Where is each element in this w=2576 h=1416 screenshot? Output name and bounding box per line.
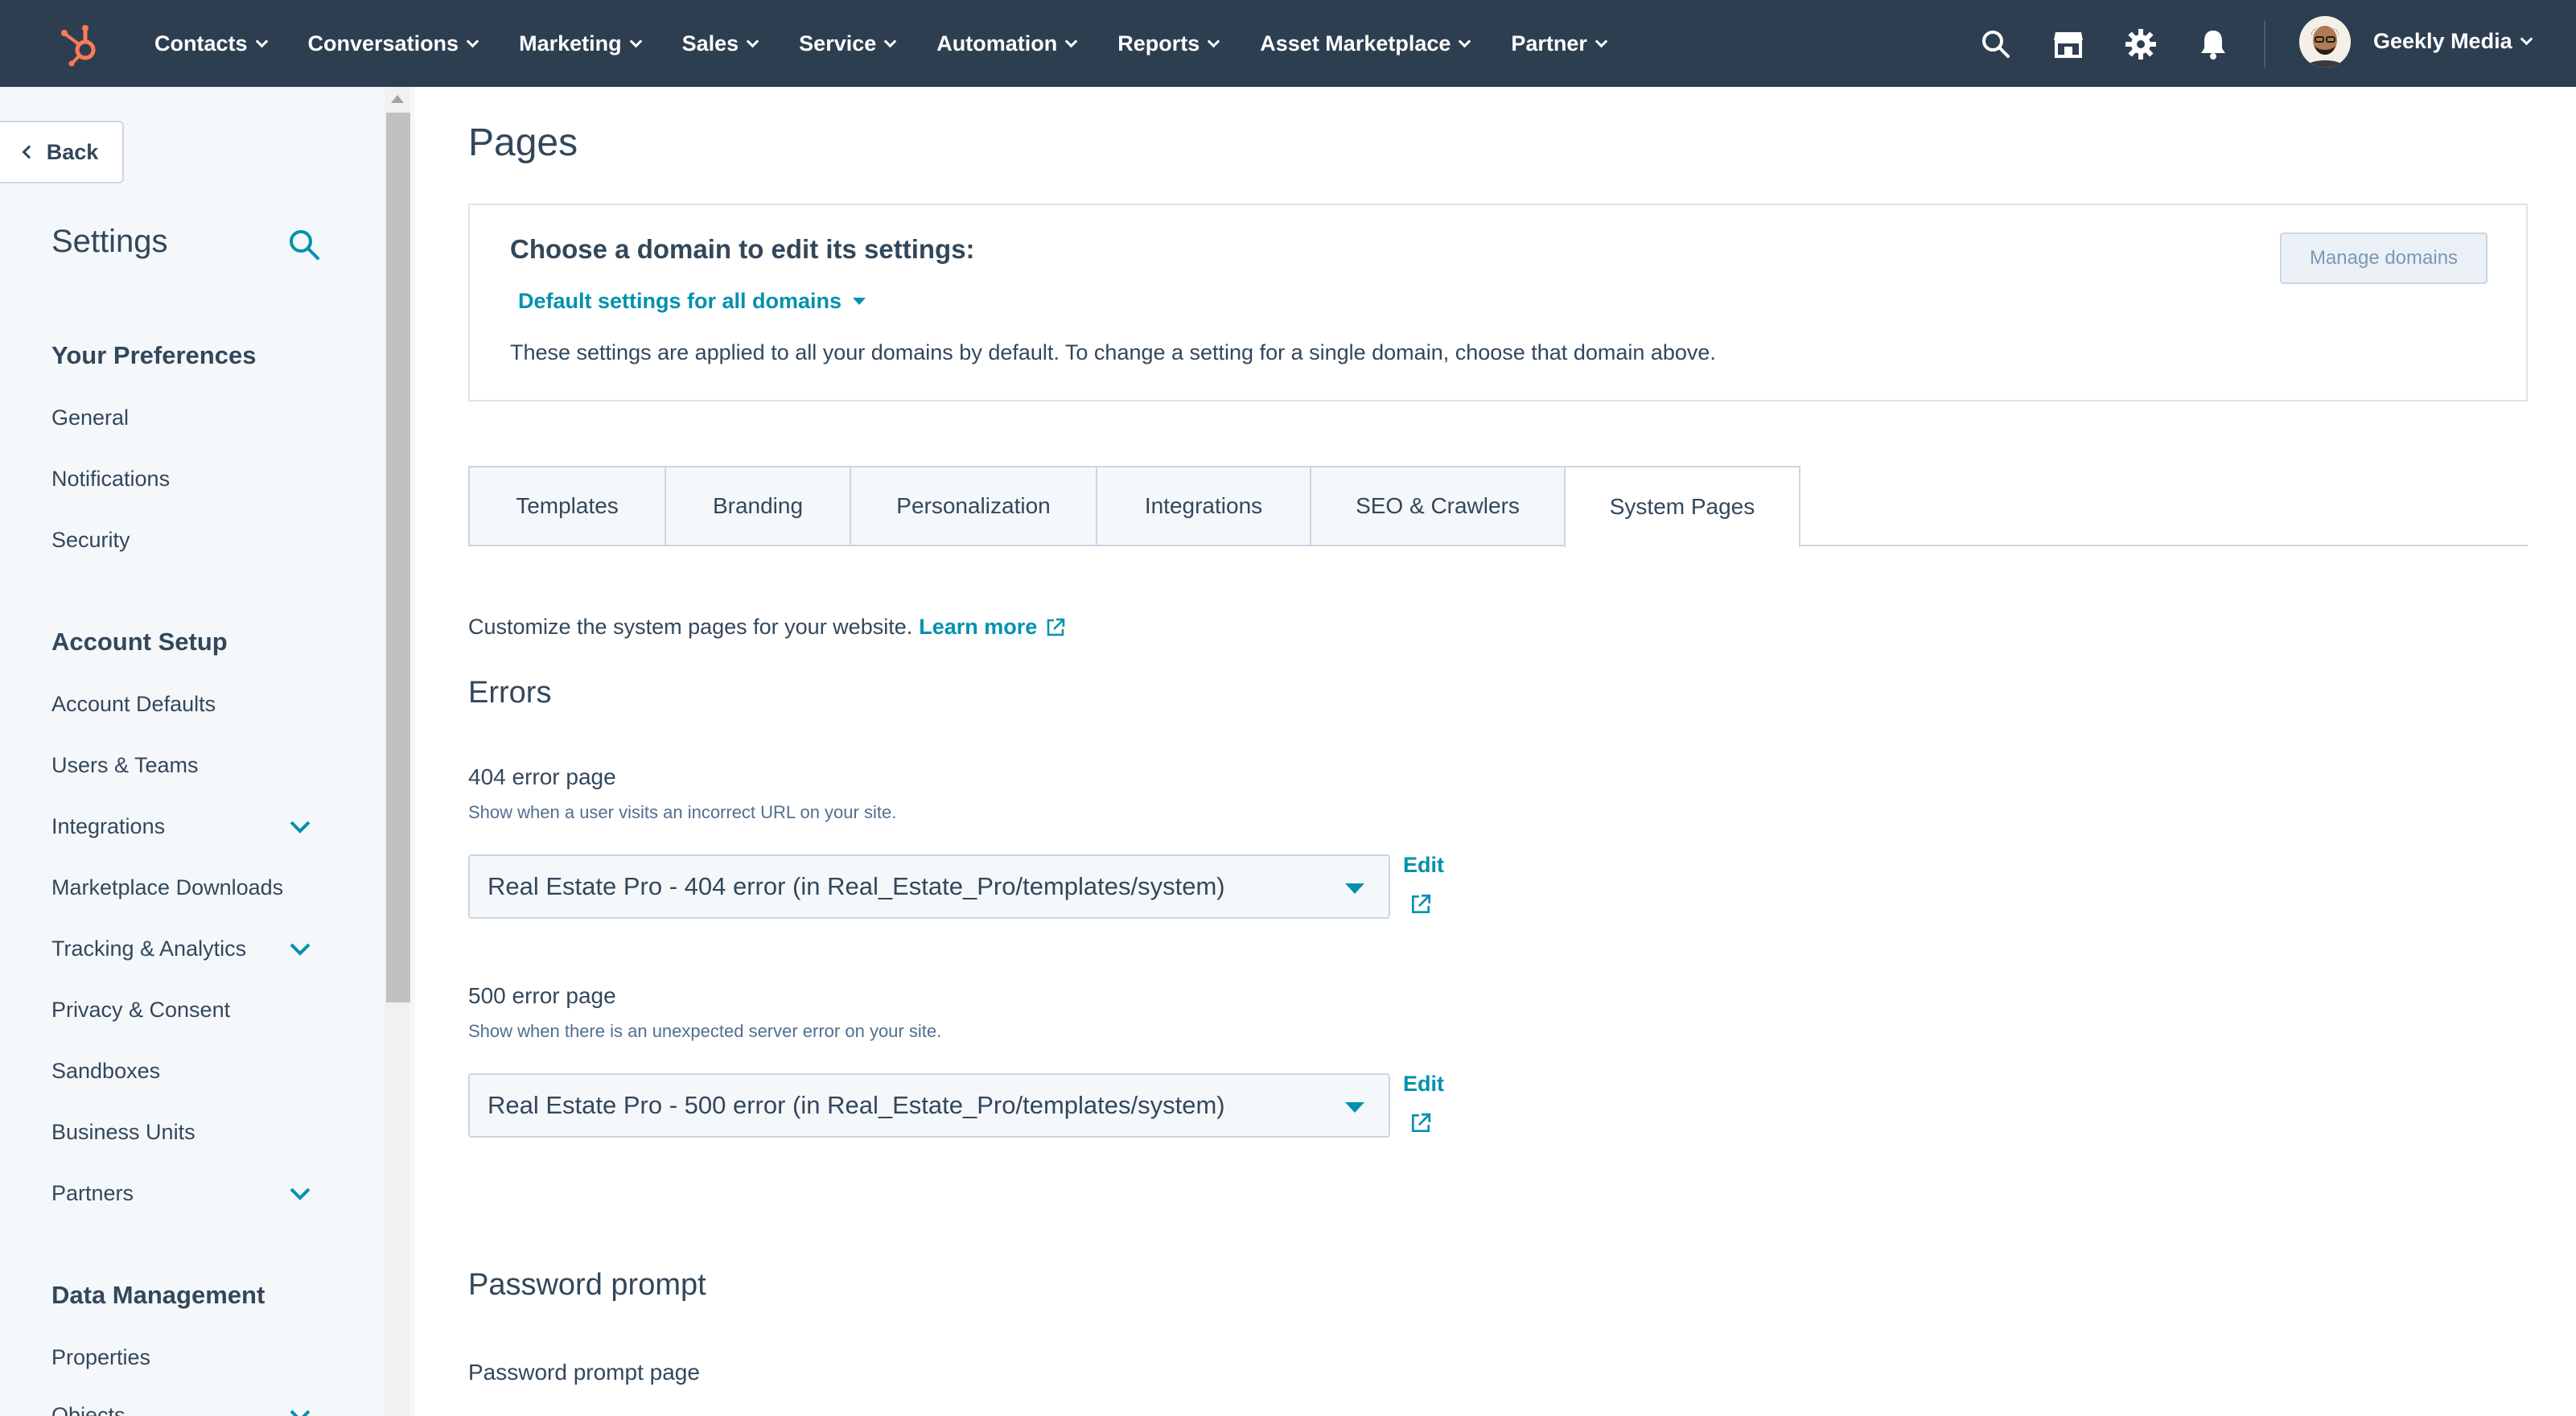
sidebar-title: Settings — [51, 224, 168, 259]
sidebar-scroll-thumb[interactable] — [386, 113, 410, 1002]
sidebar-item-sandboxes[interactable]: Sandboxes — [51, 1059, 160, 1084]
external-link-icon[interactable] — [1409, 1112, 1432, 1134]
nav-automation[interactable]: Automation — [936, 31, 1078, 56]
password-prompt-heading: Password prompt — [468, 1268, 706, 1302]
section-your-preferences: Your Preferences — [51, 341, 257, 369]
sidebar-item-account-defaults[interactable]: Account Defaults — [51, 692, 216, 717]
sidebar-item-properties[interactable]: Properties — [51, 1345, 150, 1370]
tab-integrations[interactable]: Integrations — [1096, 466, 1310, 546]
caret-down-icon — [853, 298, 866, 305]
tab-system-pages[interactable]: System Pages — [1564, 466, 1800, 548]
tab-personalization[interactable]: Personalization — [850, 466, 1096, 546]
404-label: 404 error page — [468, 764, 616, 789]
avatar[interactable] — [2299, 16, 2351, 68]
tab-templates[interactable]: Templates — [468, 466, 665, 546]
nav-service[interactable]: Service — [799, 31, 897, 56]
sidebar-item-privacy-consent[interactable]: Privacy & Consent — [51, 998, 230, 1023]
search-icon[interactable] — [286, 227, 322, 262]
external-link-icon[interactable] — [1045, 617, 1066, 638]
404-help-text: Show when a user visits an incorrect URL… — [468, 802, 897, 822]
settings-tabs: Templates Branding Personalization Integ… — [468, 466, 1800, 548]
user-avatar-icon — [2299, 16, 2351, 68]
marketplace-icon[interactable] — [2051, 27, 2085, 61]
top-navigation-bar: Contacts Conversations Marketing Sales S… — [0, 0, 2576, 87]
sidebar-item-tracking-analytics[interactable]: Tracking & Analytics — [51, 936, 246, 961]
sidebar-item-objects[interactable]: Objects — [51, 1403, 126, 1416]
errors-heading: Errors — [468, 676, 552, 710]
chevron-down-icon[interactable] — [288, 819, 312, 835]
nav-partner[interactable]: Partner — [1511, 31, 1608, 56]
sidebar-item-business-units[interactable]: Business Units — [51, 1120, 195, 1145]
chevron-down-icon — [1207, 35, 1220, 47]
nav-divider — [2264, 21, 2265, 68]
password-prompt-label: Password prompt page — [468, 1360, 700, 1385]
caret-down-icon — [1345, 883, 1364, 894]
500-help-text: Show when there is an unexpected server … — [468, 1021, 942, 1041]
chevron-left-icon — [22, 145, 36, 159]
section-account-setup: Account Setup — [51, 628, 228, 656]
gear-icon[interactable] — [2124, 27, 2158, 61]
sidebar-item-security[interactable]: Security — [51, 528, 130, 553]
chevron-down-icon — [746, 35, 759, 47]
500-page-select[interactable]: Real Estate Pro - 500 error (in Real_Est… — [468, 1073, 1390, 1138]
bell-icon[interactable] — [2196, 27, 2230, 61]
nav-conversations[interactable]: Conversations — [308, 31, 479, 56]
nav-contacts[interactable]: Contacts — [154, 31, 268, 56]
tab-branding[interactable]: Branding — [665, 466, 850, 546]
404-edit-link[interactable]: Edit — [1403, 853, 1444, 878]
search-icon[interactable] — [1979, 27, 2013, 61]
chevron-down-icon[interactable] — [288, 1186, 312, 1202]
main-menu: Contacts Conversations Marketing Sales S… — [154, 0, 1648, 87]
chevron-down-icon — [629, 35, 642, 47]
500-edit-link[interactable]: Edit — [1403, 1072, 1444, 1097]
sidebar-item-general[interactable]: General — [51, 405, 129, 430]
chevron-down-icon[interactable] — [288, 941, 312, 957]
chevron-down-icon — [466, 35, 479, 47]
sidebar-item-users-teams[interactable]: Users & Teams — [51, 753, 199, 778]
learn-more-link[interactable]: Learn more — [919, 615, 1037, 640]
sidebar-item-integrations[interactable]: Integrations — [51, 814, 165, 839]
back-button[interactable]: Back — [0, 121, 124, 183]
chevron-down-icon[interactable] — [288, 1408, 312, 1416]
nav-marketing[interactable]: Marketing — [519, 31, 642, 56]
page-title: Pages — [468, 121, 578, 164]
domain-settings-panel: Choose a domain to edit its settings: De… — [468, 204, 2528, 401]
tab-seo-crawlers[interactable]: SEO & Crawlers — [1310, 466, 1564, 546]
domain-label: Choose a domain to edit its settings: — [510, 234, 975, 264]
hubspot-logo-icon[interactable] — [56, 19, 105, 68]
chevron-down-icon — [2520, 32, 2533, 46]
chevron-down-icon — [883, 35, 897, 47]
nav-asset-marketplace[interactable]: Asset Marketplace — [1260, 31, 1471, 56]
chevron-down-icon — [255, 35, 268, 47]
sidebar-item-notifications[interactable]: Notifications — [51, 467, 170, 492]
404-page-select[interactable]: Real Estate Pro - 404 error (in Real_Est… — [468, 854, 1390, 919]
domain-dropdown[interactable]: Default settings for all domains — [518, 289, 866, 314]
chevron-down-icon — [1459, 35, 1471, 47]
section-data-management: Data Management — [51, 1281, 265, 1309]
settings-sidebar: Back Settings Your Preferences General N… — [0, 87, 415, 1416]
tab-divider — [1800, 545, 2528, 546]
500-label: 500 error page — [468, 983, 616, 1008]
chevron-down-icon — [1064, 35, 1078, 47]
scroll-up-arrow-icon[interactable] — [391, 95, 404, 103]
external-link-icon[interactable] — [1409, 893, 1432, 916]
nav-sales[interactable]: Sales — [682, 31, 759, 56]
sidebar-item-partners[interactable]: Partners — [51, 1181, 134, 1206]
caret-down-icon — [1345, 1102, 1364, 1113]
sidebar-item-marketplace-downloads[interactable]: Marketplace Downloads — [51, 875, 283, 900]
intro-text: Customize the system pages for your webs… — [468, 615, 1066, 640]
manage-domains-button[interactable]: Manage domains — [2280, 233, 2488, 284]
account-menu[interactable]: Geekly Media — [2373, 29, 2533, 54]
domain-description: These settings are applied to all your d… — [510, 340, 1716, 364]
nav-reports[interactable]: Reports — [1117, 31, 1220, 56]
chevron-down-icon — [1595, 35, 1608, 47]
